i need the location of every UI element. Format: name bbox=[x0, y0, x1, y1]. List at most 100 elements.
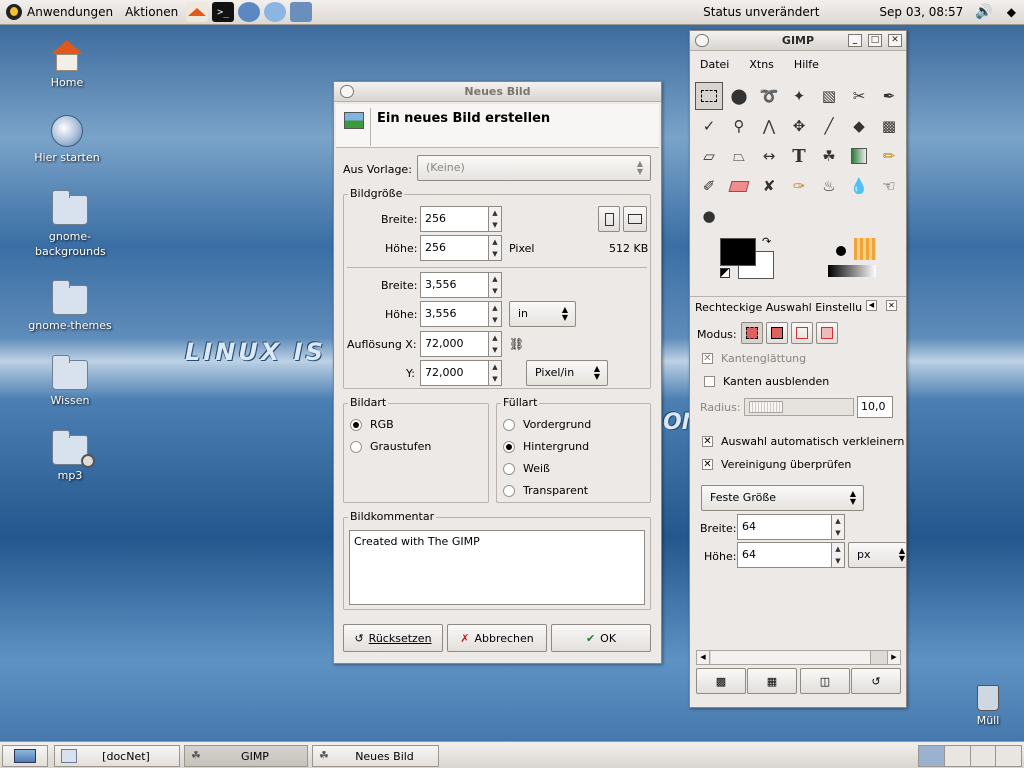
reset-options-button[interactable]: ↺ bbox=[851, 668, 901, 694]
slider-handle[interactable] bbox=[749, 401, 783, 413]
zoom-tool-icon[interactable]: ⚲ bbox=[725, 112, 753, 140]
delete-options-button[interactable]: ◫ bbox=[800, 668, 850, 694]
fixed-height-value[interactable]: 64 bbox=[737, 542, 832, 568]
workspace-2[interactable] bbox=[945, 746, 971, 766]
height-value[interactable]: 256 bbox=[420, 235, 489, 261]
desktop-icon-gnome-themes[interactable]: gnome-themes bbox=[25, 280, 115, 332]
window-menu-icon[interactable] bbox=[340, 85, 354, 98]
task-docnet[interactable]: [docNet] bbox=[54, 745, 180, 767]
paintbrush-tool-icon[interactable]: ✐ bbox=[695, 172, 723, 200]
width-in-value[interactable]: 3,556 bbox=[420, 272, 489, 298]
eraser-tool-icon[interactable] bbox=[725, 172, 753, 200]
scroll-left-icon[interactable]: ◀ bbox=[697, 651, 710, 664]
terminal-launcher-icon[interactable]: >_ bbox=[212, 2, 235, 22]
fill-white-radio[interactable]: Weiß bbox=[503, 462, 550, 475]
spin-arrows-icon[interactable]: ▲ ▼ bbox=[489, 360, 502, 386]
fixed-height-spinner[interactable]: 64 ▲ ▼ bbox=[737, 542, 845, 568]
spin-arrows-icon[interactable]: ▲ ▼ bbox=[489, 235, 502, 261]
move-tool-icon[interactable]: ✥ bbox=[785, 112, 813, 140]
desktop-icon-trash[interactable]: Müll bbox=[958, 685, 1018, 727]
antialias-checkbox[interactable]: ✕ Kantenglättung bbox=[702, 352, 806, 365]
width-spinner[interactable]: 256 ▲ ▼ bbox=[420, 206, 502, 232]
menu-xtns[interactable]: Xtns bbox=[749, 58, 774, 72]
maximize-icon[interactable]: □ bbox=[868, 34, 882, 47]
spin-arrows-icon[interactable]: ▲ ▼ bbox=[832, 542, 845, 568]
image-type-rgb-radio[interactable]: RGB bbox=[350, 418, 394, 431]
shear-tool-icon[interactable]: ▱ bbox=[695, 142, 723, 170]
horizontal-scrollbar[interactable]: ◀ ▶ bbox=[696, 650, 901, 665]
workspace-switcher[interactable] bbox=[918, 745, 1022, 767]
bucket-fill-tool-icon[interactable]: ☘ bbox=[815, 142, 843, 170]
ok-button[interactable]: ✔ OK bbox=[551, 624, 651, 652]
color-picker-tool-icon[interactable]: ✓ bbox=[695, 112, 723, 140]
blur-tool-icon[interactable]: 💧 bbox=[845, 172, 873, 200]
template-combo[interactable]: (Keine) ▲ ▼ bbox=[417, 155, 651, 181]
smudge-tool-icon[interactable]: ☜ bbox=[875, 172, 903, 200]
fill-foreground-radio[interactable]: Vordergrund bbox=[503, 418, 591, 431]
dodge-burn-tool-icon[interactable]: ● bbox=[695, 202, 723, 230]
flip-tool-icon[interactable]: ↔ bbox=[755, 142, 783, 170]
spin-arrows-icon[interactable]: ▲ ▼ bbox=[489, 301, 502, 327]
save-options-button[interactable]: ▩ bbox=[696, 668, 746, 694]
chain-link-icon[interactable]: ⛓ bbox=[509, 337, 524, 351]
workspace-1[interactable] bbox=[919, 746, 945, 766]
height-in-spinner[interactable]: 3,556 ▲ ▼ bbox=[420, 301, 502, 327]
mode-replace-icon[interactable] bbox=[741, 322, 763, 344]
task-neues-bild[interactable]: ☘ Neues Bild bbox=[312, 745, 439, 767]
blend-tool-icon[interactable] bbox=[845, 142, 873, 170]
desktop-icon-gnome-backgrounds[interactable]: gnome-backgrounds bbox=[25, 190, 115, 259]
scale-tool-icon[interactable]: ▩ bbox=[875, 112, 903, 140]
scrollbar-thumb[interactable] bbox=[711, 651, 871, 664]
feather-checkbox[interactable]: Kanten ausblenden bbox=[704, 375, 829, 388]
fill-transparent-radio[interactable]: Transparent bbox=[503, 484, 588, 497]
notification-icon[interactable]: ◆ bbox=[999, 0, 1024, 25]
reset-button[interactable]: ↺ Rücksetzen bbox=[343, 624, 443, 652]
default-colors-icon[interactable] bbox=[720, 268, 730, 278]
task-gimp[interactable]: ☘ GIMP bbox=[184, 745, 308, 767]
show-desktop-button[interactable] bbox=[2, 745, 48, 767]
resolution-y-value[interactable]: 72,000 bbox=[420, 360, 489, 386]
spin-arrows-icon[interactable]: ▲ ▼ bbox=[489, 272, 502, 298]
mode-add-icon[interactable] bbox=[766, 322, 788, 344]
fixed-size-combo[interactable]: Feste Größe ▲ ▼ bbox=[701, 485, 864, 511]
foreground-color-swatch[interactable] bbox=[720, 238, 756, 266]
select-by-color-tool-icon[interactable]: ▧ bbox=[815, 82, 843, 110]
close-tab-icon[interactable]: ✕ bbox=[886, 300, 897, 311]
rotate-tool-icon[interactable]: ◆ bbox=[845, 112, 873, 140]
resolution-y-spinner[interactable]: 72,000 ▲ ▼ bbox=[420, 360, 502, 386]
merge-checkbox[interactable]: ✕ Vereinigung überprüfen bbox=[702, 458, 851, 471]
spin-arrows-icon[interactable]: ▲ ▼ bbox=[489, 331, 502, 357]
window-menu-icon[interactable] bbox=[695, 34, 709, 47]
height-spinner[interactable]: 256 ▲ ▼ bbox=[420, 235, 502, 261]
close-icon[interactable]: ✕ bbox=[888, 34, 902, 47]
resolution-x-value[interactable]: 72,000 bbox=[420, 331, 489, 357]
fixed-width-spinner[interactable]: 64 ▲ ▼ bbox=[737, 514, 845, 540]
radius-slider[interactable] bbox=[744, 398, 854, 416]
crop-tool-icon[interactable]: ╱ bbox=[815, 112, 843, 140]
size-unit-combo[interactable]: in ▲ ▼ bbox=[509, 301, 576, 327]
workspace-4[interactable] bbox=[996, 746, 1021, 766]
lasso-tool-icon[interactable]: ➰ bbox=[755, 82, 783, 110]
width-value[interactable]: 256 bbox=[420, 206, 489, 232]
fill-background-radio[interactable]: Hintergrund bbox=[503, 440, 589, 453]
desktop-icon-home[interactable]: Home bbox=[22, 40, 112, 89]
radius-value[interactable]: 10,0 bbox=[857, 396, 893, 418]
clock[interactable]: Sep 03, 08:57 bbox=[873, 0, 969, 25]
home-launcher-icon[interactable] bbox=[186, 2, 209, 22]
scroll-right-icon[interactable]: ▶ bbox=[887, 651, 900, 664]
text-tool-icon[interactable]: T bbox=[785, 142, 813, 170]
airbrush-tool-icon[interactable]: ✘ bbox=[755, 172, 783, 200]
spin-arrows-icon[interactable]: ▲ ▼ bbox=[489, 206, 502, 232]
resolution-x-spinner[interactable]: 72,000 ▲ ▼ bbox=[420, 331, 502, 357]
fuzzy-select-tool-icon[interactable]: ✦ bbox=[785, 82, 813, 110]
fixed-width-value[interactable]: 64 bbox=[737, 514, 832, 540]
desktop-icon-start-here[interactable]: Hier starten bbox=[22, 115, 112, 164]
applications-menu[interactable]: Anwendungen bbox=[0, 0, 119, 25]
ellipse-select-tool-icon[interactable]: ⬤ bbox=[725, 82, 753, 110]
gimp-titlebar[interactable]: GIMP _ □ ✕ bbox=[690, 31, 906, 51]
fixed-unit-combo[interactable]: px ▲ ▼ bbox=[848, 542, 906, 568]
clone-tool-icon[interactable]: ♨ bbox=[815, 172, 843, 200]
height-in-value[interactable]: 3,556 bbox=[420, 301, 489, 327]
new-image-titlebar[interactable]: Neues Bild bbox=[334, 82, 661, 102]
menu-hilfe[interactable]: Hilfe bbox=[794, 58, 819, 72]
